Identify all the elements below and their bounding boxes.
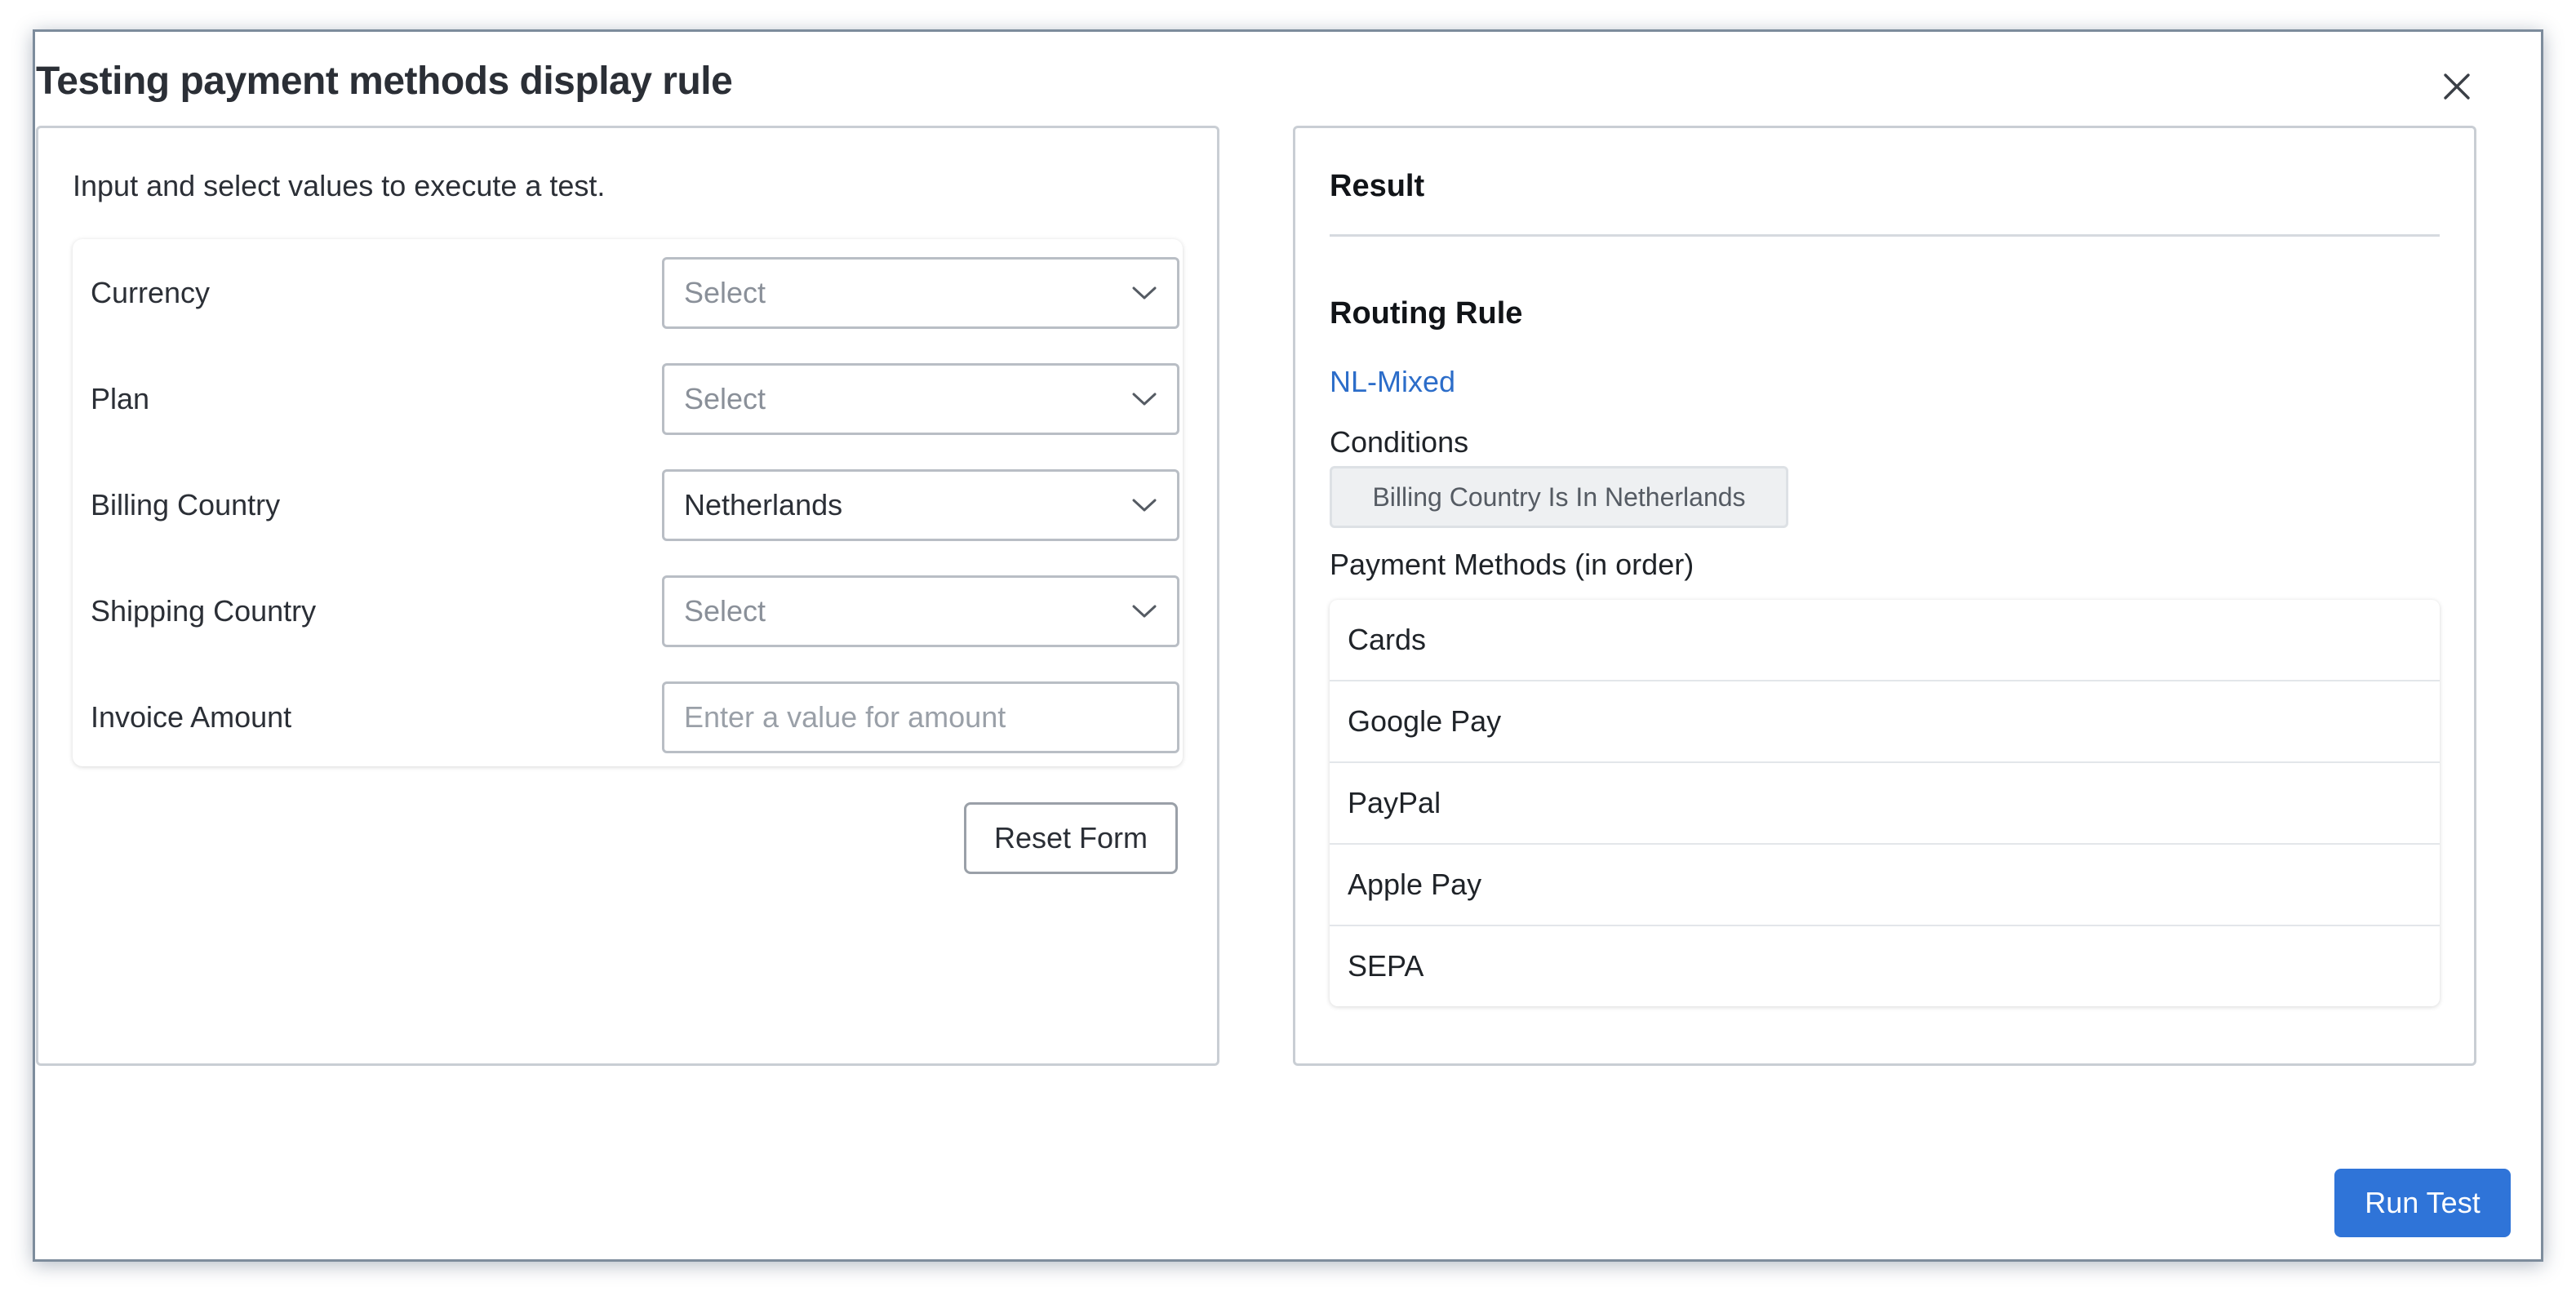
form-row-invoice-amount: Invoice Amount [91, 681, 1179, 753]
form-row-currency: Currency Select [91, 257, 1179, 329]
plan-label: Plan [91, 382, 150, 415]
condition-badge: Billing Country Is In Netherlands [1330, 466, 1788, 528]
instructions-text: Input and select values to execute a tes… [73, 169, 606, 202]
form-row-shipping-country: Shipping Country Select [91, 575, 1179, 647]
result-panel: Result Routing Rule NL-Mixed Conditions … [1293, 126, 2476, 1066]
currency-select-value: Select [684, 276, 766, 309]
reset-form-button[interactable]: Reset Form [964, 802, 1178, 874]
run-test-button[interactable]: Run Test [2334, 1169, 2511, 1237]
billing-country-label: Billing Country [91, 488, 281, 522]
chevron-down-icon [1132, 499, 1157, 512]
currency-select[interactable]: Select [662, 257, 1179, 329]
payment-method-item: SEPA [1348, 949, 1424, 983]
routing-rule-link[interactable]: NL-Mixed [1330, 365, 1455, 399]
form-row-plan: Plan Select [91, 363, 1179, 435]
close-button[interactable] [2432, 62, 2481, 111]
billing-country-select[interactable]: Netherlands [662, 469, 1179, 541]
shipping-country-select-value: Select [684, 594, 766, 628]
payment-methods-list: Cards Google Pay PayPal Apple Pay SEPA [1330, 600, 2440, 1006]
result-divider [1330, 234, 2440, 237]
shipping-country-select[interactable]: Select [662, 575, 1179, 647]
billing-country-select-value: Netherlands [684, 488, 843, 522]
payment-method-item: Google Pay [1330, 681, 2440, 763]
payment-methods-label: Payment Methods (in order) [1330, 548, 1694, 581]
invoice-amount-input[interactable] [662, 681, 1179, 753]
plan-select-value: Select [684, 382, 766, 415]
routing-rule-heading: Routing Rule [1330, 296, 1523, 331]
chevron-down-icon [1132, 286, 1157, 300]
close-icon [2444, 73, 2470, 100]
test-form: Currency Select Plan Select Billing Coun… [73, 239, 1183, 766]
chevron-down-icon [1132, 393, 1157, 406]
conditions-label: Conditions [1330, 425, 1469, 459]
payment-method-item: Apple Pay [1330, 845, 2440, 926]
test-input-panel: Input and select values to execute a tes… [36, 126, 1219, 1066]
plan-select[interactable]: Select [662, 363, 1179, 435]
shipping-country-label: Shipping Country [91, 594, 317, 628]
chevron-down-icon [1132, 605, 1157, 618]
payment-method-item: Cards [1330, 600, 2440, 681]
currency-label: Currency [91, 276, 211, 309]
result-heading: Result [1330, 169, 1425, 203]
form-row-billing-country: Billing Country Netherlands [91, 469, 1179, 541]
invoice-amount-label: Invoice Amount [91, 700, 292, 734]
dialog-title: Testing payment methods display rule [36, 60, 733, 103]
payment-method-item: PayPal [1330, 763, 2440, 845]
